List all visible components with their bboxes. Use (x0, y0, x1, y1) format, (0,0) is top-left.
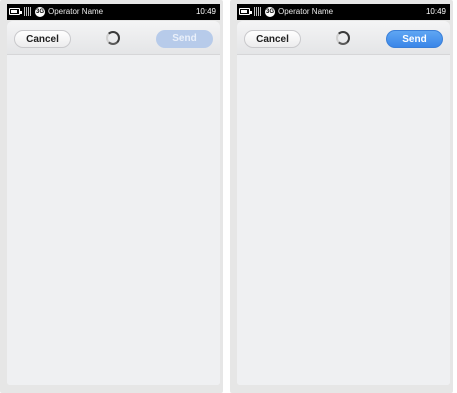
network-badge-icon: 3G (35, 7, 45, 17)
loading-spinner-icon (106, 31, 120, 45)
top-toolbar: Cancel Send (237, 21, 450, 55)
status-bar: 3G Operator Name 10:49 (237, 4, 450, 20)
operator-name: Operator Name (48, 7, 104, 16)
compose-sheet: Cancel Send (237, 21, 450, 385)
signal-icon (24, 7, 32, 16)
loading-spinner-icon (336, 31, 350, 45)
battery-icon (239, 8, 252, 15)
network-badge-icon: 3G (265, 7, 275, 17)
signal-icon (254, 7, 262, 16)
clock: 10:49 (195, 7, 216, 16)
send-button[interactable]: Send (156, 30, 213, 48)
cancel-button[interactable]: Cancel (14, 30, 71, 48)
status-bar: 3G Operator Name 10:49 (7, 4, 220, 20)
battery-icon (9, 8, 22, 15)
screens-container: 3G Operator Name 10:49 Cancel Send 3G Op… (0, 0, 457, 393)
operator-name: Operator Name (278, 7, 334, 16)
phone-screen-right: 3G Operator Name 10:49 Cancel Send (230, 0, 453, 393)
compose-sheet: Cancel Send (7, 21, 220, 385)
phone-screen-left: 3G Operator Name 10:49 Cancel Send (0, 0, 223, 393)
content-area[interactable] (7, 55, 220, 385)
content-area[interactable] (237, 55, 450, 385)
send-button[interactable]: Send (386, 30, 443, 48)
clock: 10:49 (425, 7, 446, 16)
top-toolbar: Cancel Send (7, 21, 220, 55)
cancel-button[interactable]: Cancel (244, 30, 301, 48)
